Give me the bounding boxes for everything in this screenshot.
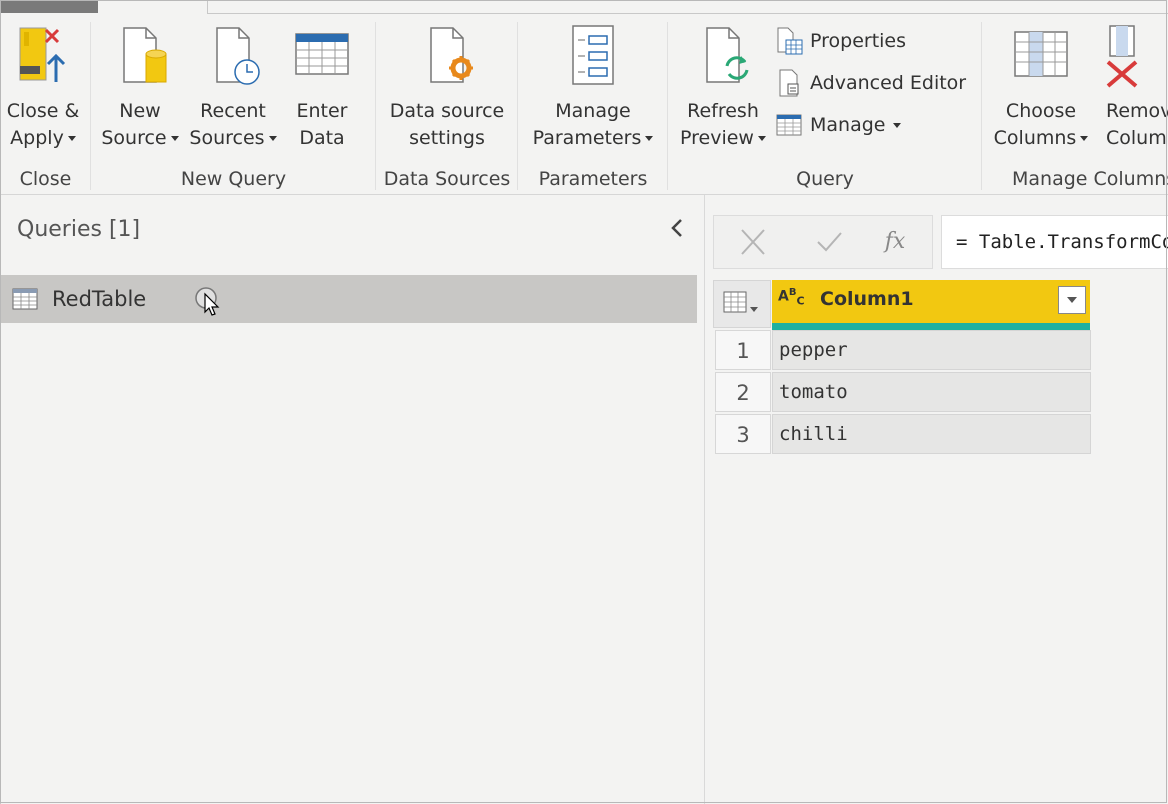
fx-icon[interactable]: fx: [880, 228, 910, 256]
manage-query-label: Manage: [810, 114, 886, 136]
chevron-down-icon: [67, 136, 76, 141]
parameters-group: Manage Parameters Parameters: [518, 16, 668, 194]
data-source-settings-button[interactable]: Data source settings: [384, 22, 510, 152]
chevron-down-icon: [645, 136, 654, 141]
column-filter-dropdown[interactable]: [1058, 286, 1086, 314]
tab-underline: [208, 13, 1168, 14]
close-group-label: Close: [19, 168, 72, 190]
refresh-preview-label-2: Preview: [680, 127, 754, 149]
recent-sources-button[interactable]: Recent Sources: [187, 22, 279, 152]
refresh-icon: [706, 27, 749, 83]
refresh-preview-label-1: Refresh: [687, 100, 759, 122]
query-group-label: Query: [796, 168, 854, 190]
row-number: 3: [715, 414, 771, 454]
table-icon: [776, 114, 802, 136]
new-source-label-2: Source: [101, 127, 167, 149]
mouse-cursor-icon: [195, 287, 220, 316]
properties-icon: [777, 27, 803, 55]
table-menu-icon: [723, 291, 758, 313]
recent-sources-label-1: Recent: [200, 100, 266, 122]
chevron-down-icon: [893, 122, 902, 128]
recent-sources-icon: [216, 27, 260, 85]
manage-columns-group-label: Manage Columns: [1012, 168, 1168, 190]
table-cell[interactable]: pepper: [772, 330, 1091, 370]
data-sources-group-label: Data Sources: [383, 168, 511, 190]
queries-pane: Queries [1] RedTable: [0, 195, 705, 804]
home-tab[interactable]: [0, 0, 98, 13]
manage-query-button[interactable]: Manage: [774, 110, 902, 140]
remove-columns-icon: [1106, 25, 1138, 88]
tab-divider: [207, 0, 208, 14]
new-source-label-1: New: [119, 100, 161, 122]
row-number: 2: [715, 372, 771, 412]
recent-sources-label-2: Sources: [189, 127, 265, 149]
remove-columns-label-2: Columns: [1106, 127, 1168, 149]
close-apply-icon: [19, 27, 66, 82]
formula-input[interactable]: = Table.TransformColumnTypes: [941, 215, 1168, 269]
query-item-label: RedTable: [52, 287, 147, 311]
choose-columns-icon: [1014, 31, 1068, 77]
table-cell[interactable]: chilli: [772, 414, 1091, 454]
column-quality-bar: [772, 323, 1090, 330]
choose-columns-label-1: Choose: [1005, 100, 1077, 122]
new-query-group: New Source Recent Sources Enter Data New Qu…: [91, 16, 376, 194]
close-group: Close & Apply Close: [0, 16, 91, 194]
remove-columns-button[interactable]: Remove Columns: [1096, 22, 1168, 152]
chevron-down-icon: [1080, 136, 1089, 141]
query-item-redtable[interactable]: RedTable: [1, 275, 697, 323]
remove-columns-label-1: Remove: [1106, 100, 1168, 122]
text-type-icon[interactable]: ABC: [778, 287, 805, 307]
enter-data-icon: [295, 33, 349, 75]
ribbon-tab-strip: [0, 0, 1168, 16]
chevron-down-icon: [170, 136, 179, 141]
table-menu-button[interactable]: [713, 280, 771, 328]
advanced-editor-label: Advanced Editor: [810, 72, 967, 94]
parameters-group-label: Parameters: [538, 168, 648, 190]
formula-bar-buttons: fx: [713, 215, 933, 269]
column-header-label: Column1: [820, 288, 914, 310]
data-source-settings-icon: [430, 27, 473, 83]
collapse-pane-icon[interactable]: [667, 217, 689, 239]
new-source-button[interactable]: New Source: [97, 22, 183, 152]
cancel-icon[interactable]: [738, 228, 768, 256]
manage-parameters-label-1: Manage: [555, 100, 631, 122]
manage-columns-group: Choose Columns Remove Columns Manage Colum…: [982, 16, 1168, 194]
close-apply-button[interactable]: Close & Apply: [0, 22, 88, 152]
close-apply-label-1: Close &: [6, 100, 80, 122]
advanced-editor-icon: [779, 69, 799, 97]
manage-parameters-button[interactable]: Manage Parameters: [526, 22, 660, 152]
data-source-settings-label-1: Data source: [389, 100, 505, 122]
new-query-group-label: New Query: [180, 168, 287, 190]
column-header-column1[interactable]: ABC Column1: [772, 280, 1090, 330]
enter-data-button[interactable]: Enter Data: [287, 22, 357, 152]
close-apply-label-2: Apply: [10, 127, 64, 149]
table-icon: [12, 288, 38, 310]
properties-label: Properties: [810, 30, 907, 52]
enter-data-label-1: Enter: [296, 100, 348, 122]
row-number: 1: [715, 330, 771, 370]
data-source-settings-label-2: settings: [409, 127, 485, 149]
chevron-down-icon: [757, 136, 766, 141]
queries-pane-title: Queries [1]: [17, 217, 141, 242]
manage-parameters-icon: [572, 25, 614, 85]
query-group: Refresh Preview Properties Advanced Edito…: [668, 16, 982, 194]
refresh-preview-button[interactable]: Refresh Preview: [676, 22, 770, 152]
advanced-editor-button[interactable]: Advanced Editor: [774, 68, 966, 98]
chevron-down-icon: [268, 136, 277, 141]
table-cell[interactable]: tomato: [772, 372, 1091, 412]
data-sources-group: Data source settings Data Sources: [376, 16, 518, 194]
manage-parameters-label-2: Parameters: [532, 127, 642, 149]
check-icon[interactable]: [814, 228, 844, 256]
choose-columns-label-2: Columns: [993, 127, 1077, 149]
choose-columns-button[interactable]: Choose Columns: [990, 22, 1092, 152]
properties-button[interactable]: Properties: [774, 26, 906, 56]
ribbon: Close & Apply Close New Source Recent Sourc…: [0, 16, 1168, 195]
enter-data-label-2: Data: [299, 127, 345, 149]
new-source-icon: [123, 27, 167, 83]
